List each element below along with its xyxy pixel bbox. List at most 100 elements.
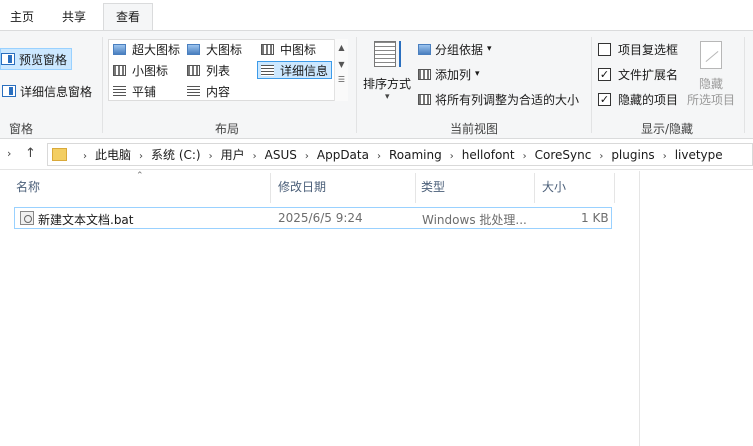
details-view-icon [261, 64, 274, 76]
column-header-date[interactable]: 修改日期 [278, 177, 326, 203]
ribbon-tabs: 主页 共享 查看 [0, 0, 753, 31]
ribbon: 预览窗格 详细信息窗格 窗格 超大图标 大图标 中图标 小图标 列表 详细信息 … [0, 30, 753, 139]
layout-tiles-label: 平铺 [132, 84, 157, 99]
scroll-up-icon[interactable]: ▲ [335, 43, 348, 52]
up-arrow-icon[interactable]: ↑ [25, 146, 36, 161]
column-header-name[interactable]: 名称 [16, 177, 40, 203]
details-pane-label: 详细信息窗格 [20, 84, 93, 99]
layout-extra-large-icons[interactable]: 超大图标 [113, 40, 180, 58]
ribbon-separator [591, 37, 592, 133]
size-all-columns-label: 将所有列调整为合适的大小 [435, 92, 580, 107]
add-column-label: 添加列 [435, 67, 472, 82]
size-columns-icon [418, 93, 431, 105]
layout-small-label: 小图标 [132, 63, 169, 78]
breadcrumb-separator-icon[interactable]: › [253, 151, 257, 162]
extra-large-icons-icon [113, 43, 126, 55]
file-type: Windows 批处理... [422, 213, 527, 227]
column-divider[interactable] [534, 173, 535, 203]
group-by-dropdown-icon: ▾ [487, 44, 492, 54]
add-column-dropdown-icon: ▾ [475, 69, 480, 79]
hidden-items-toggle[interactable]: ✓ 隐藏的项目 [598, 89, 678, 109]
column-divider[interactable] [415, 173, 416, 203]
breadcrumb-item[interactable]: CoreSync [535, 148, 592, 162]
breadcrumb-separator-icon[interactable]: › [663, 151, 667, 162]
folder-icon [52, 148, 67, 161]
panes-group-label: 窗格 [8, 122, 33, 136]
details-pane-icon [2, 85, 16, 97]
tiles-view-icon [113, 85, 126, 97]
breadcrumb-item[interactable]: 用户 [221, 148, 245, 162]
ribbon-separator [102, 37, 103, 133]
breadcrumb-item[interactable]: 此电脑 [95, 148, 131, 162]
column-divider[interactable] [614, 173, 615, 203]
group-by-button[interactable]: 分组依据 ▾ [418, 39, 492, 59]
preview-pane-divider[interactable] [639, 171, 640, 446]
details-pane-button[interactable]: 详细信息窗格 [2, 81, 92, 101]
preview-pane-button[interactable]: 预览窗格 [0, 48, 72, 70]
breadcrumb-item[interactable]: livetype [675, 148, 723, 162]
size-all-columns-button[interactable]: 将所有列调整为合适的大小 [418, 89, 579, 109]
tab-share[interactable]: 共享 [54, 6, 94, 30]
file-extensions-toggle[interactable]: ✓ 文件扩展名 [598, 64, 678, 84]
breadcrumb-separator-icon[interactable]: › [450, 151, 454, 162]
breadcrumb-item[interactable]: Roaming [389, 148, 442, 162]
file-extensions-checkbox[interactable]: ✓ [598, 67, 611, 81]
recent-locations-icon[interactable]: › [7, 147, 11, 160]
tab-home[interactable]: 主页 [2, 6, 42, 30]
layout-gallery-scroller[interactable]: ▲ ▼ ☰ [334, 39, 348, 101]
breadcrumb-item[interactable]: AppData [317, 148, 369, 162]
breadcrumb-separator-icon[interactable]: › [209, 151, 213, 162]
content-view-icon [187, 85, 200, 97]
layout-gallery: 超大图标 大图标 中图标 小图标 列表 详细信息 平铺 内容 [108, 39, 348, 101]
tab-view[interactable]: 查看 [103, 3, 153, 31]
breadcrumb-separator-icon[interactable]: › [305, 151, 309, 162]
add-column-button[interactable]: 添加列 ▾ [418, 64, 480, 84]
layout-details[interactable]: 详细信息 [257, 61, 333, 79]
breadcrumb-separator-icon[interactable]: › [523, 151, 527, 162]
file-list: ⌃ 名称 修改日期 类型 大小 新建文本文档.bat 2025/6/5 9:24… [0, 171, 753, 446]
list-view-icon [187, 64, 200, 76]
large-icons-icon [187, 43, 200, 55]
breadcrumb-separator-icon[interactable]: › [599, 151, 603, 162]
ribbon-separator [356, 37, 357, 133]
layout-list[interactable]: 列表 [187, 61, 230, 79]
group-by-icon [418, 43, 431, 55]
layout-medium-icons[interactable]: 中图标 [261, 40, 316, 58]
breadcrumb-separator-icon[interactable]: › [139, 151, 143, 162]
layout-content[interactable]: 内容 [187, 82, 230, 100]
breadcrumb-item[interactable]: plugins [611, 148, 654, 162]
column-header-size[interactable]: 大小 [542, 177, 566, 203]
column-divider[interactable] [270, 173, 271, 203]
hidden-items-checkbox[interactable]: ✓ [598, 92, 611, 106]
layout-large-icons[interactable]: 大图标 [187, 40, 242, 58]
breadcrumb-item[interactable]: hellofont [462, 148, 515, 162]
item-checkboxes-toggle[interactable]: 项目复选框 [598, 39, 678, 59]
hide-selected-button-line2[interactable]: 所选项目 [687, 89, 735, 109]
file-size: 1 KB [581, 211, 609, 225]
layout-large-label: 大图标 [206, 42, 243, 57]
small-icons-icon [113, 64, 126, 76]
breadcrumb-separator-icon[interactable]: › [83, 151, 87, 162]
file-row[interactable]: 新建文本文档.bat 2025/6/5 9:24 Windows 批处理... … [14, 207, 612, 229]
expand-gallery-icon[interactable]: ☰ [335, 75, 348, 84]
layout-content-label: 内容 [206, 84, 231, 99]
sort-icon[interactable] [374, 41, 396, 67]
layout-extra-large-label: 超大图标 [132, 42, 181, 57]
breadcrumb-item[interactable]: 系统 (C:) [151, 148, 201, 162]
breadcrumb-separator-icon[interactable]: › [377, 151, 381, 162]
sort-by-dropdown-icon[interactable]: ▾ [385, 87, 390, 107]
layout-tiles[interactable]: 平铺 [113, 82, 156, 100]
layout-list-label: 列表 [206, 63, 231, 78]
address-bar-row: › ↑ › 此电脑 › 系统 (C:) › 用户 › ASUS › AppData › Roaming… [0, 139, 753, 170]
preview-pane-label: 预览窗格 [19, 52, 68, 67]
layout-group-label: 布局 [214, 122, 239, 136]
layout-small-icons[interactable]: 小图标 [113, 61, 168, 79]
item-checkboxes-label: 项目复选框 [618, 42, 679, 57]
address-bar[interactable]: › 此电脑 › 系统 (C:) › 用户 › ASUS › AppData › Roaming › hel… [47, 143, 753, 166]
scroll-down-icon[interactable]: ▼ [335, 60, 348, 69]
sort-arrow-icon [399, 41, 401, 67]
item-checkboxes-checkbox[interactable] [598, 42, 611, 56]
column-header-type[interactable]: 类型 [421, 177, 445, 203]
show-hide-group-label: 显示/隐藏 [640, 122, 694, 136]
breadcrumb-item[interactable]: ASUS [265, 148, 297, 162]
